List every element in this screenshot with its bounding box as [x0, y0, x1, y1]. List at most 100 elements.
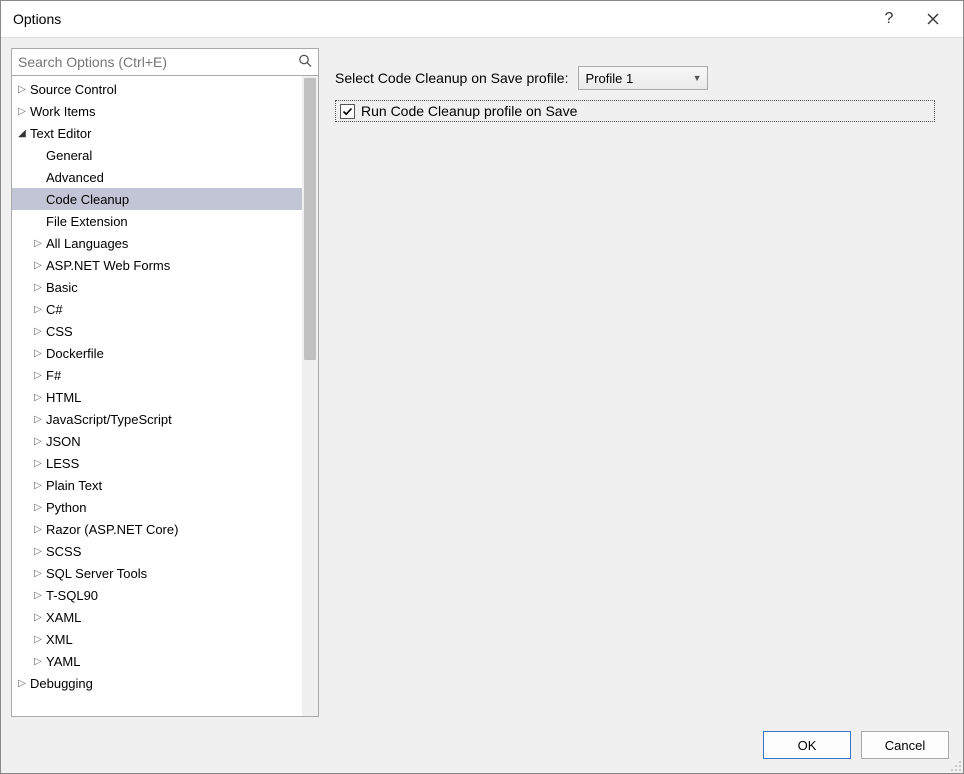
- search-input[interactable]: [12, 49, 318, 75]
- profile-label: Select Code Cleanup on Save profile:: [335, 70, 568, 86]
- tree-item-label: Dockerfile: [44, 346, 104, 361]
- tree-item[interactable]: ▷Basic: [12, 276, 318, 298]
- tree-item[interactable]: ▷T-SQL90: [12, 584, 318, 606]
- tree-item-label: JSON: [44, 434, 81, 449]
- tree-item[interactable]: ▷JSON: [12, 430, 318, 452]
- close-icon: [927, 13, 939, 25]
- profile-dropdown[interactable]: Profile 1 ▼: [578, 66, 708, 90]
- tree-item-label: XAML: [44, 610, 81, 625]
- tree-item-label: HTML: [44, 390, 81, 405]
- tree-item[interactable]: ▷Debugging: [12, 672, 318, 694]
- arrow-collapsed-icon[interactable]: ▷: [32, 414, 44, 425]
- tree-item-label: Text Editor: [28, 126, 91, 141]
- tree-item-label: Debugging: [28, 676, 93, 691]
- search-box[interactable]: [11, 48, 319, 76]
- tree-item[interactable]: ▷LESS: [12, 452, 318, 474]
- tree-item[interactable]: ▷F#: [12, 364, 318, 386]
- arrow-collapsed-icon[interactable]: ▷: [32, 524, 44, 535]
- dialog-footer: OK Cancel: [11, 727, 953, 763]
- tree-item-label: Code Cleanup: [44, 192, 129, 207]
- arrow-collapsed-icon[interactable]: ▷: [32, 634, 44, 645]
- resize-grip-icon[interactable]: [950, 760, 962, 772]
- run-cleanup-checkbox[interactable]: [340, 104, 355, 119]
- tree-item-label: C#: [44, 302, 63, 317]
- close-button[interactable]: [911, 4, 955, 34]
- arrow-collapsed-icon[interactable]: ▷: [32, 546, 44, 557]
- titlebar: Options ?: [1, 1, 963, 37]
- arrow-collapsed-icon[interactable]: ▷: [32, 568, 44, 579]
- tree-item[interactable]: ▷C#: [12, 298, 318, 320]
- arrow-collapsed-icon[interactable]: ▷: [32, 656, 44, 667]
- tree-item[interactable]: ▷Source Control: [12, 78, 318, 100]
- tree-item[interactable]: ▷JavaScript/TypeScript: [12, 408, 318, 430]
- tree-item[interactable]: File Extension: [12, 210, 318, 232]
- help-button[interactable]: ?: [867, 4, 911, 34]
- tree-item[interactable]: ▷SCSS: [12, 540, 318, 562]
- tree-item[interactable]: ▷Dockerfile: [12, 342, 318, 364]
- tree-item-label: Advanced: [44, 170, 104, 185]
- tree-item[interactable]: ▷Python: [12, 496, 318, 518]
- arrow-collapsed-icon[interactable]: ▷: [32, 612, 44, 623]
- arrow-spacer: [32, 150, 44, 161]
- tree-item-label: ASP.NET Web Forms: [44, 258, 170, 273]
- tree-item-label: SQL Server Tools: [44, 566, 147, 581]
- run-cleanup-checkbox-row[interactable]: Run Code Cleanup profile on Save: [335, 100, 935, 122]
- arrow-collapsed-icon[interactable]: ▷: [16, 84, 28, 95]
- tree-item[interactable]: ▷ASP.NET Web Forms: [12, 254, 318, 276]
- tree-item-label: T-SQL90: [44, 588, 98, 603]
- arrow-collapsed-icon[interactable]: ▷: [16, 678, 28, 689]
- right-panel: Select Code Cleanup on Save profile: Pro…: [335, 48, 953, 717]
- ok-button[interactable]: OK: [763, 731, 851, 759]
- check-icon: [342, 106, 353, 117]
- tree-item-label: Plain Text: [44, 478, 102, 493]
- tree-item-label: SCSS: [44, 544, 81, 559]
- tree-item-label: Work Items: [28, 104, 96, 119]
- arrow-collapsed-icon[interactable]: ▷: [32, 348, 44, 359]
- arrow-collapsed-icon[interactable]: ▷: [32, 458, 44, 469]
- tree-item[interactable]: General: [12, 144, 318, 166]
- arrow-collapsed-icon[interactable]: ▷: [32, 480, 44, 491]
- tree-item[interactable]: ▷HTML: [12, 386, 318, 408]
- arrow-collapsed-icon[interactable]: ▷: [32, 326, 44, 337]
- dialog-body: ▷Source Control▷Work Items◢Text Editor G…: [1, 37, 963, 773]
- tree-item-label: General: [44, 148, 92, 163]
- tree-item-label: LESS: [44, 456, 79, 471]
- arrow-collapsed-icon[interactable]: ▷: [32, 502, 44, 513]
- tree-item[interactable]: ▷Work Items: [12, 100, 318, 122]
- arrow-collapsed-icon[interactable]: ▷: [32, 304, 44, 315]
- tree-item[interactable]: ◢Text Editor: [12, 122, 318, 144]
- scrollbar-thumb[interactable]: [304, 78, 316, 360]
- arrow-collapsed-icon[interactable]: ▷: [32, 370, 44, 381]
- arrow-collapsed-icon[interactable]: ▷: [32, 436, 44, 447]
- tree-item-label: YAML: [44, 654, 80, 669]
- tree-item-label: File Extension: [44, 214, 128, 229]
- cancel-button[interactable]: Cancel: [861, 731, 949, 759]
- arrow-collapsed-icon[interactable]: ▷: [32, 590, 44, 601]
- tree-item[interactable]: ▷XML: [12, 628, 318, 650]
- chevron-down-icon: ▼: [693, 73, 702, 83]
- tree-item[interactable]: ▷SQL Server Tools: [12, 562, 318, 584]
- options-dialog: Options ? ▷Source Control▷Work Items◢Tex…: [0, 0, 964, 774]
- window-title: Options: [13, 11, 867, 27]
- tree-item[interactable]: Code Cleanup: [12, 188, 318, 210]
- tree-scrollbar[interactable]: [302, 76, 318, 716]
- tree-item[interactable]: ▷Razor (ASP.NET Core): [12, 518, 318, 540]
- tree-item[interactable]: ▷Plain Text: [12, 474, 318, 496]
- arrow-collapsed-icon[interactable]: ▷: [32, 260, 44, 271]
- arrow-collapsed-icon[interactable]: ▷: [32, 282, 44, 293]
- arrow-spacer: [32, 172, 44, 183]
- tree-item[interactable]: Advanced: [12, 166, 318, 188]
- arrow-collapsed-icon[interactable]: ▷: [32, 238, 44, 249]
- arrow-expanded-icon[interactable]: ◢: [16, 128, 28, 139]
- tree-item[interactable]: ▷XAML: [12, 606, 318, 628]
- search-icon: [298, 54, 312, 71]
- run-cleanup-label: Run Code Cleanup profile on Save: [361, 103, 577, 119]
- arrow-collapsed-icon[interactable]: ▷: [32, 392, 44, 403]
- tree-item[interactable]: ▷All Languages: [12, 232, 318, 254]
- profile-selected-value: Profile 1: [585, 71, 633, 86]
- arrow-collapsed-icon[interactable]: ▷: [16, 106, 28, 117]
- tree-item-label: Python: [44, 500, 86, 515]
- tree-item[interactable]: ▷CSS: [12, 320, 318, 342]
- tree-item[interactable]: ▷YAML: [12, 650, 318, 672]
- left-panel: ▷Source Control▷Work Items◢Text Editor G…: [11, 48, 319, 717]
